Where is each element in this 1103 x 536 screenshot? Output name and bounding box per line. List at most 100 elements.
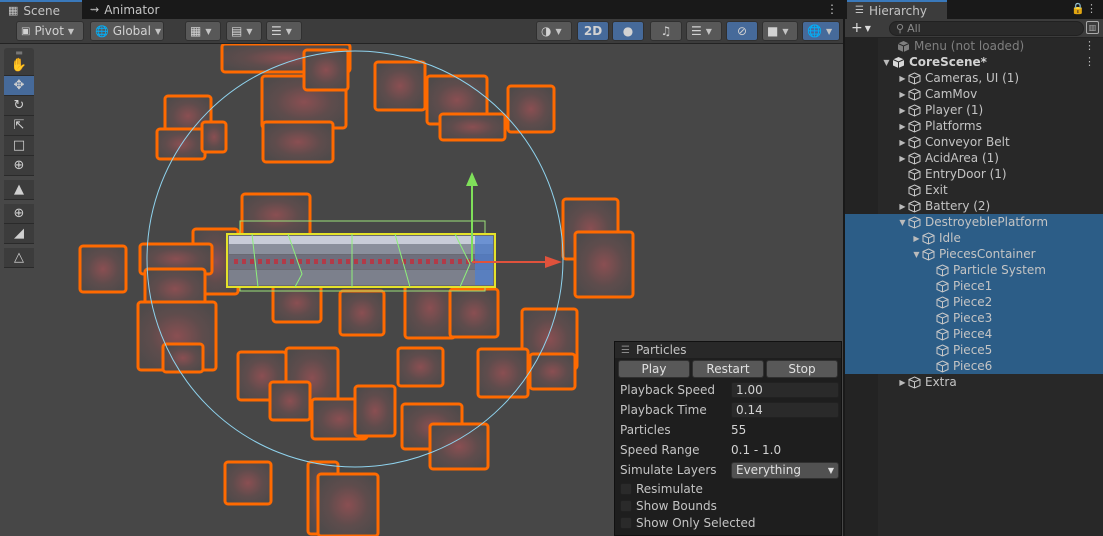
piece-sprite[interactable] xyxy=(268,380,312,422)
stop-button[interactable]: Stop xyxy=(766,360,838,378)
expand-arrow-right-icon[interactable]: ▶ xyxy=(897,138,908,147)
piece-sprite[interactable] xyxy=(396,346,445,388)
piece-sprite[interactable] xyxy=(200,120,228,154)
expand-arrow-right-icon[interactable]: ▶ xyxy=(897,202,908,211)
piece-sprite[interactable] xyxy=(271,282,323,324)
kebab-menu-icon[interactable]: ⋮ xyxy=(1084,39,1095,52)
gizmos-dropdown[interactable]: 🌐 ▼ xyxy=(802,21,840,41)
show-bounds-toggle[interactable]: Show Bounds xyxy=(615,497,841,514)
restart-button[interactable]: Restart xyxy=(692,360,764,378)
hierarchy-item[interactable]: ▶ CamMov xyxy=(845,86,1103,102)
expand-arrow-right-icon[interactable]: ▶ xyxy=(897,154,908,163)
kebab-menu-icon[interactable]: ⋮ xyxy=(826,2,838,16)
global-dropdown[interactable]: 🌐 Global ▼ xyxy=(90,21,164,41)
scale-tool-button[interactable]: ⇱ xyxy=(4,116,34,136)
expand-arrow-down-icon[interactable]: ▼ xyxy=(881,58,892,67)
tab-animator[interactable]: ⇝ Animator xyxy=(82,0,172,19)
hierarchy-item[interactable]: Exit xyxy=(845,182,1103,198)
hierarchy-search-input[interactable]: ⚲ All xyxy=(889,21,1084,36)
sprite-shape-button[interactable]: △ xyxy=(4,248,34,268)
piece-sprite[interactable] xyxy=(240,192,312,238)
hierarchy-item[interactable]: Piece1 xyxy=(845,278,1103,294)
piece-sprite[interactable] xyxy=(223,460,273,506)
hierarchy-item[interactable]: Particle System xyxy=(845,262,1103,278)
hierarchy-item[interactable]: ▶ Idle xyxy=(845,230,1103,246)
transform-tool-button[interactable]: ⊕ xyxy=(4,156,34,176)
x-axis-arrow[interactable] xyxy=(545,256,562,268)
piece-sprite[interactable] xyxy=(506,84,556,134)
piece-sprite[interactable] xyxy=(438,112,507,142)
hierarchy-item[interactable]: EntryDoor (1) xyxy=(845,166,1103,182)
resimulate-toggle[interactable]: Resimulate xyxy=(615,480,841,497)
add-object-button[interactable]: + ▼ xyxy=(851,20,871,36)
tab-hierarchy[interactable]: ☰ Hierarchy xyxy=(847,0,947,19)
piece-sprite[interactable] xyxy=(155,127,207,161)
rotate-tool-button[interactable]: ↻ xyxy=(4,96,34,116)
playback-speed-field[interactable]: 1.00 xyxy=(731,382,839,398)
hidden-objects-toggle[interactable]: ⊘ xyxy=(726,21,758,41)
hierarchy-item[interactable]: ▶ Cameras, UI (1) xyxy=(845,70,1103,86)
piece-sprite[interactable] xyxy=(573,230,635,299)
lighting-toggle[interactable]: ● xyxy=(612,21,644,41)
piece-sprite[interactable] xyxy=(476,347,530,399)
hierarchy-item[interactable]: ▶ Player (1) xyxy=(845,102,1103,118)
kebab-menu-icon[interactable]: ⋮ xyxy=(1084,55,1095,68)
piece-sprite[interactable] xyxy=(78,244,128,294)
kebab-menu-icon[interactable]: ⋮ xyxy=(1086,2,1097,15)
particles-header[interactable]: ☰ Particles xyxy=(615,342,841,358)
piece-sprite[interactable] xyxy=(316,472,380,536)
expand-arrow-right-icon[interactable]: ▶ xyxy=(911,234,922,243)
expand-arrow-down-icon[interactable]: ▼ xyxy=(911,250,922,259)
drag-grip-icon[interactable]: ▬ xyxy=(4,48,34,57)
hierarchy-item[interactable]: ▼ DestroyeblePlatform xyxy=(845,214,1103,230)
expand-arrow-down-icon[interactable]: ▼ xyxy=(897,218,908,227)
hierarchy-item[interactable]: ▶ Conveyor Belt xyxy=(845,134,1103,150)
piece-sprite[interactable] xyxy=(161,342,205,374)
lock-icon[interactable]: 🔒 xyxy=(1071,2,1085,15)
expand-arrow-right-icon[interactable]: ▶ xyxy=(897,74,908,83)
rect-tool-button[interactable]: □ xyxy=(4,136,34,156)
expand-arrow-right-icon[interactable]: ▶ xyxy=(897,122,908,131)
hierarchy-item[interactable]: Piece4 xyxy=(845,326,1103,342)
resimulate-checkbox[interactable] xyxy=(620,482,632,495)
hand-tool-button[interactable]: ✋ xyxy=(4,56,34,76)
piece-sprite[interactable] xyxy=(448,287,500,339)
hierarchy-item[interactable]: ▼ PiecesContainer xyxy=(845,246,1103,262)
hierarchy-item[interactable]: Piece3 xyxy=(845,310,1103,326)
piece-sprite[interactable] xyxy=(338,289,386,337)
piece-sprite[interactable] xyxy=(373,60,427,112)
pivot-dropdown[interactable]: ▣ Pivot ▼ xyxy=(16,21,84,41)
hierarchy-item[interactable]: ▶ AcidArea (1) xyxy=(845,150,1103,166)
increment-snap-button[interactable]: ☰ ▼ xyxy=(266,21,302,41)
piece-sprite[interactable] xyxy=(261,120,335,164)
expand-arrow-right-icon[interactable]: ▶ xyxy=(897,378,908,387)
piece-sprite[interactable] xyxy=(428,422,490,471)
show-only-selected-checkbox[interactable] xyxy=(620,516,632,529)
scene-row[interactable]: ▼ CoreScene* ⋮ xyxy=(845,54,1103,70)
playback-time-field[interactable]: 0.14 xyxy=(731,402,839,418)
expand-arrow-right-icon[interactable]: ▶ xyxy=(897,106,908,115)
effects-dropdown[interactable]: ☰ ▼ xyxy=(686,21,722,41)
scene-row[interactable]: Menu (not loaded) ⋮ xyxy=(845,38,1103,54)
grid-snap-button[interactable]: ▦ ▼ xyxy=(185,21,221,41)
move-tool-button[interactable]: ✥ xyxy=(4,76,34,96)
expand-arrow-right-icon[interactable]: ▶ xyxy=(897,90,908,99)
play-button[interactable]: Play xyxy=(618,360,690,378)
show-bounds-checkbox[interactable] xyxy=(620,499,632,512)
tab-scene[interactable]: ▦ Scene xyxy=(0,0,82,19)
audio-toggle[interactable]: ♫ xyxy=(650,21,682,41)
edit-collider-button[interactable]: ◢ xyxy=(4,224,34,244)
draw-mode-button[interactable]: ◑ ▼ xyxy=(536,21,572,41)
hierarchy-item[interactable]: Piece2 xyxy=(845,294,1103,310)
custom-tool-button[interactable]: ⊕ xyxy=(4,204,34,224)
y-axis-arrow[interactable] xyxy=(466,172,478,186)
hierarchy-item[interactable]: ▶ Platforms xyxy=(845,118,1103,134)
bone-tool-button[interactable]: ▲ xyxy=(4,180,34,200)
grid-visibility-button[interactable]: ▤ ▼ xyxy=(226,21,262,41)
hierarchy-item[interactable]: ▶ Extra xyxy=(845,374,1103,390)
simulate-layers-dropdown[interactable]: Everything ▼ xyxy=(731,461,839,479)
2d-mode-toggle[interactable]: 2D xyxy=(577,21,609,41)
search-options-icon[interactable]: ▥ xyxy=(1086,21,1099,34)
hierarchy-item[interactable]: ▶ Battery (2) xyxy=(845,198,1103,214)
hierarchy-item[interactable]: Piece5 xyxy=(845,342,1103,358)
